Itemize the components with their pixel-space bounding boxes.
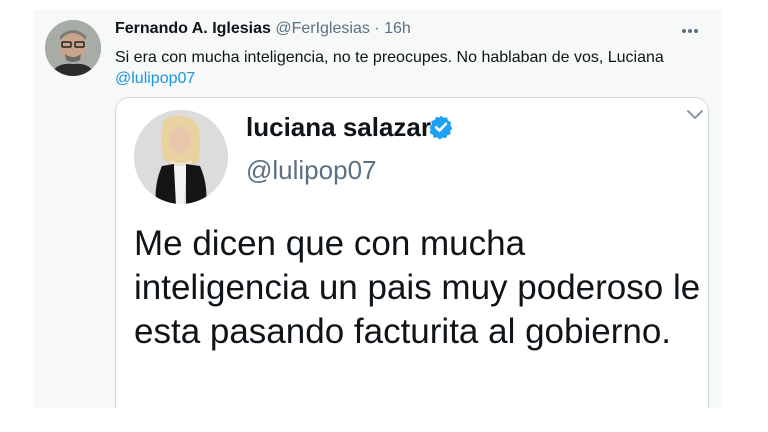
- more-options-button[interactable]: [681, 20, 705, 40]
- tweet-time[interactable]: 16h: [384, 20, 411, 37]
- tweet-card[interactable]: Fernando A. Iglesias @FerIglesias · 16h …: [33, 10, 721, 408]
- verified-badge-icon: [429, 115, 453, 140]
- mention-link[interactable]: @lulipop07: [115, 70, 195, 87]
- author-avatar[interactable]: [45, 20, 101, 76]
- quoted-tweet-text: Me dicen que con mucha inteligencia un p…: [134, 224, 701, 351]
- quoted-author-name[interactable]: luciana salazar: [246, 112, 431, 143]
- quoted-tweet[interactable]: luciana salazar @lulipop07 Me dicen que …: [115, 97, 709, 408]
- tweet-header: Fernando A. Iglesias @FerIglesias · 16h: [115, 20, 681, 42]
- chevron-down-icon[interactable]: [686, 108, 704, 122]
- more-dots-icon: [681, 20, 705, 38]
- quoted-author-avatar[interactable]: [134, 110, 228, 204]
- author-name[interactable]: Fernando A. Iglesias: [115, 20, 271, 37]
- header-separator: ·: [374, 20, 380, 37]
- tweet-text: Si era con mucha inteligencia, no te pre…: [115, 47, 695, 89]
- quoted-author-handle[interactable]: @lulipop07: [246, 155, 376, 186]
- author-handle[interactable]: @FerIglesias: [275, 20, 370, 37]
- author-avatar-image: [45, 20, 101, 76]
- tweet-text-body: Si era con mucha inteligencia, no te pre…: [115, 49, 664, 66]
- quoted-avatar-image: [134, 110, 228, 204]
